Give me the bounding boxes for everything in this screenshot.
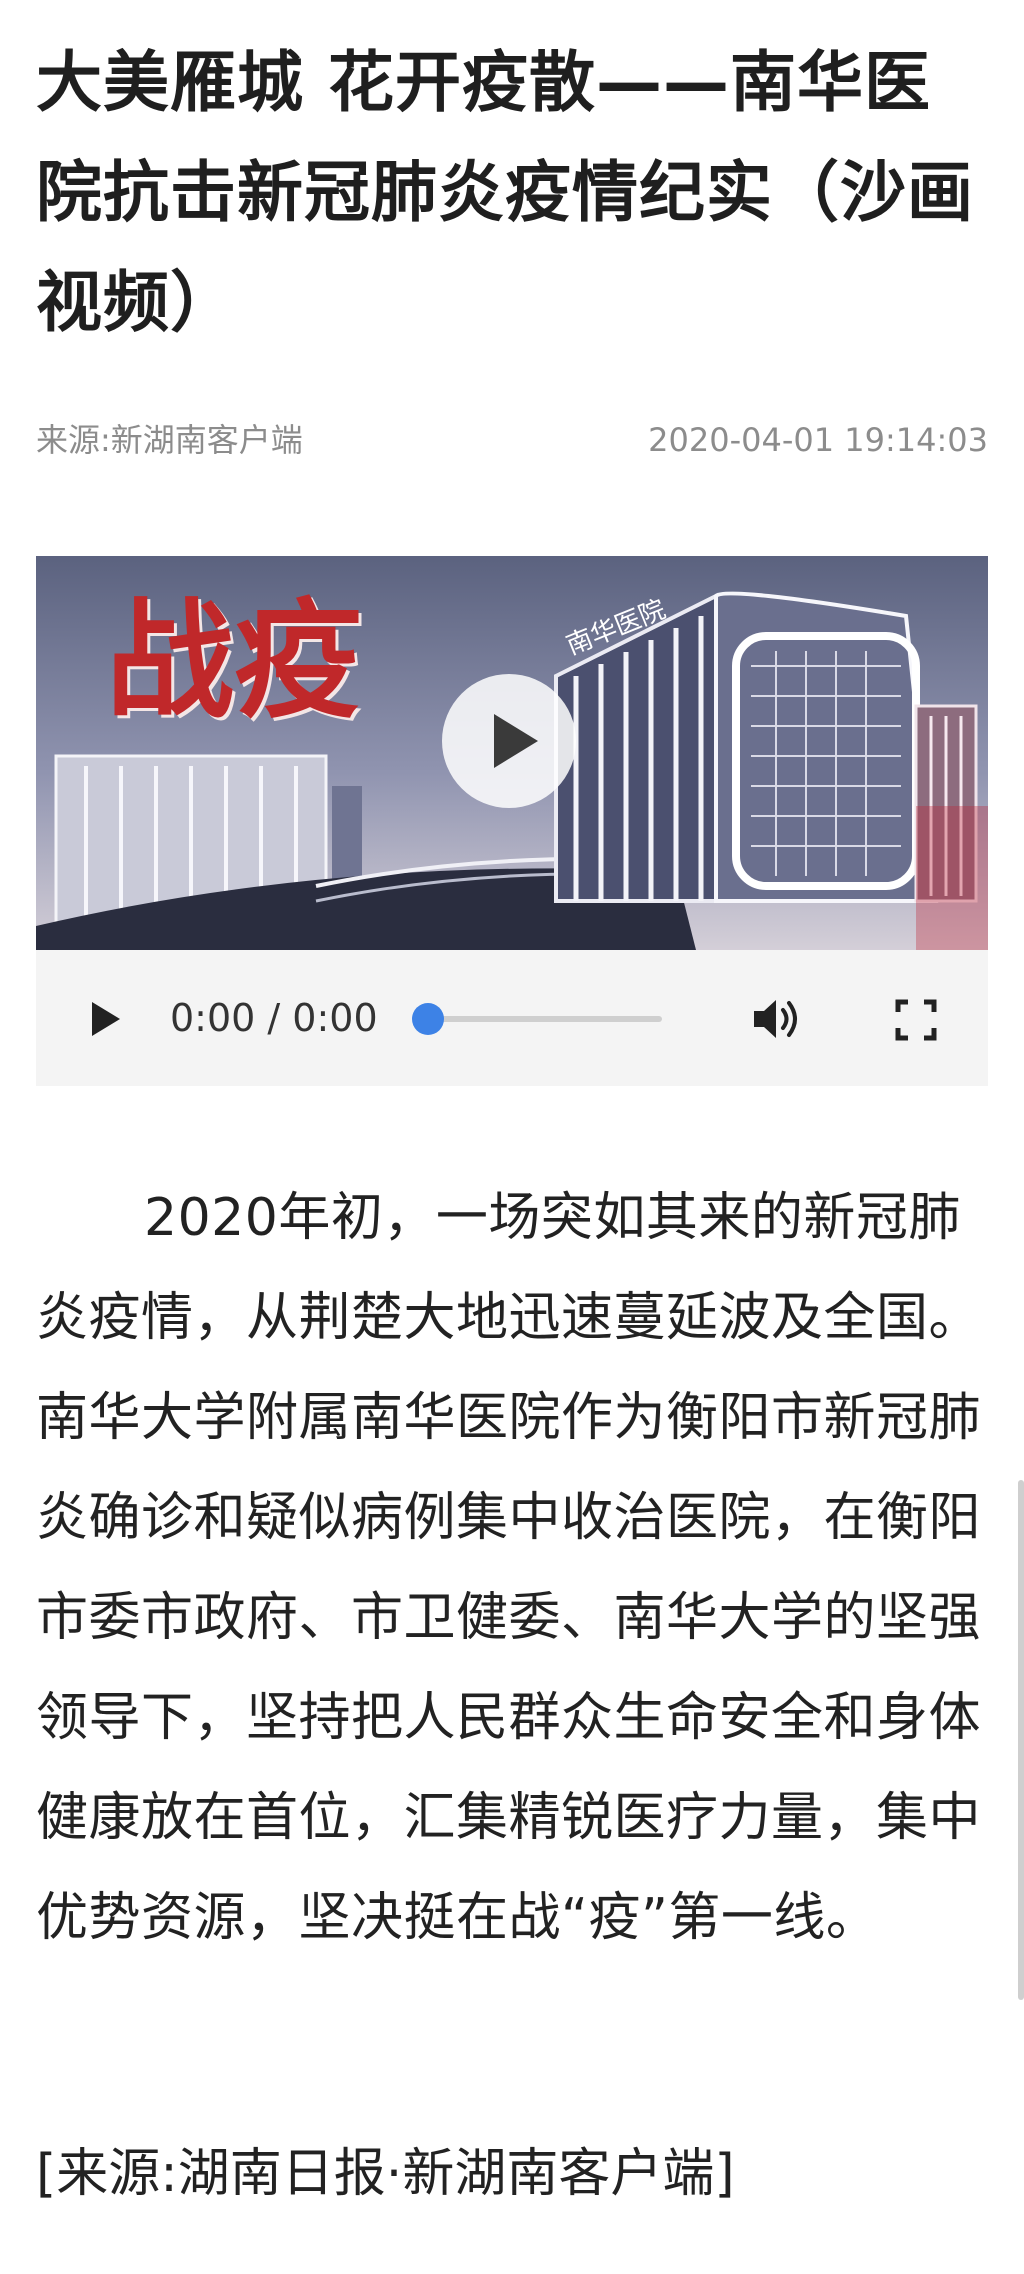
play-button[interactable]: [88, 1000, 122, 1038]
article-paragraph: 2020年初，一场突如其来的新冠肺炎疫情，从荆楚大地迅速蔓延波及全国。南华大学附…: [36, 1188, 982, 1948]
video-controls: 0:00 / 0:00: [36, 950, 988, 1086]
article: 大美雁城 花开疫散——南华医院抗击新冠肺炎疫情纪实（沙画视频） 来源:新湖南客户…: [36, 0, 988, 2204]
article-source: 来源:新湖南客户端: [36, 421, 303, 459]
fullscreen-icon: [895, 999, 937, 1041]
time-display: 0:00 / 0:00: [170, 996, 378, 1040]
poster-heading: 战疫: [106, 586, 363, 736]
article-timestamp: 2020-04-01 19:14:03: [648, 421, 988, 459]
progress-track[interactable]: [428, 1016, 662, 1022]
article-meta: 来源:新湖南客户端 2020-04-01 19:14:03: [36, 420, 988, 460]
fullscreen-button[interactable]: [894, 998, 938, 1042]
play-icon: [92, 1002, 120, 1036]
scrollbar[interactable]: [1018, 1480, 1024, 2000]
video-poster[interactable]: 战疫 南华医院: [36, 556, 988, 950]
article-footer-source: [来源:湖南日报·新湖南客户端]: [36, 2144, 735, 2204]
play-icon: [494, 714, 538, 768]
article-title: 大美雁城 花开疫散——南华医院抗击新冠肺炎疫情纪实（沙画视频）: [36, 44, 974, 341]
volume-icon: [754, 1000, 797, 1038]
volume-button[interactable]: [750, 994, 806, 1044]
progress-thumb[interactable]: [412, 1003, 444, 1035]
video-player[interactable]: 战疫 南华医院 0:00 / 0:00: [36, 556, 988, 1086]
play-overlay-button[interactable]: [442, 674, 576, 808]
